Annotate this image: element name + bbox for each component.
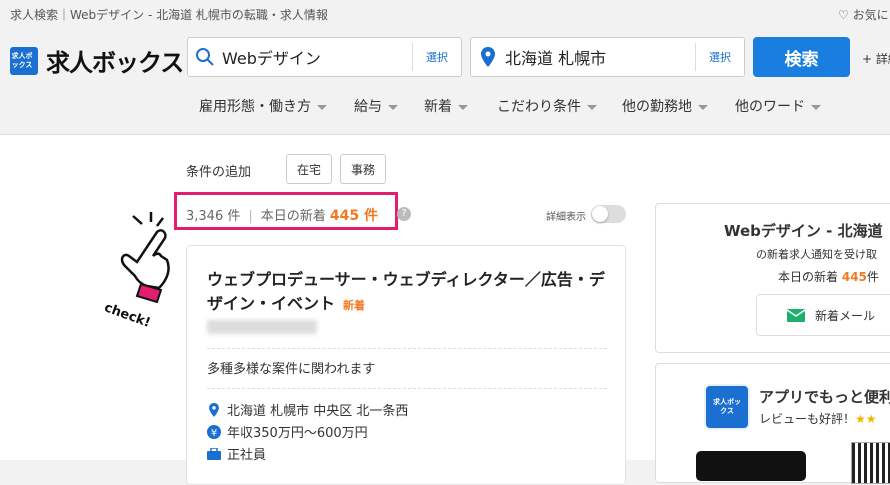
chevron-down-icon (811, 104, 821, 110)
menu-other-locations[interactable]: 他の勤務地 (622, 96, 708, 116)
site-header: 求人検索｜Webデザイン - 北海道 札幌市の転職・求人情報 ♡ お気に 求人ボ… (0, 0, 890, 135)
new-mail-button[interactable]: 新着メール (756, 294, 890, 336)
job-employment: 正社員 (207, 444, 266, 463)
job-salary-text: 年収350万円〜600万円 (227, 426, 368, 441)
job-location: 北海道 札幌市 中央区 北一条西 (207, 400, 408, 419)
notify-today-label: 本日の新着 (778, 270, 839, 284)
logo-mark-text: 求人ボックス (11, 51, 33, 69)
chip-remote[interactable]: 在宅 (286, 154, 333, 184)
logo-mark: 求人ボックス (10, 46, 38, 75)
favorites-link[interactable]: ♡ お気に (838, 6, 889, 23)
chevron-down-icon (698, 104, 708, 110)
app-icon-text: 求人ボックス (713, 398, 741, 415)
menu-salary-label: 給与 (354, 99, 382, 115)
conditions-label: 条件の追加 (186, 165, 252, 180)
chevron-down-icon (587, 104, 597, 110)
result-count: 3,346 件 | 本日の新着 445 件 (186, 205, 378, 225)
divider: | (248, 209, 253, 224)
location-input[interactable]: 北海道 札幌市 (505, 45, 695, 69)
heart-icon: ♡ (838, 8, 849, 22)
app-subtitle: レビューも好評！★★ (759, 410, 877, 427)
today-label: 本日の新着 (260, 209, 326, 224)
keyword-select-button[interactable]: 選択 (412, 43, 461, 71)
site-logo[interactable]: 求人ボックス 求人ボックス (10, 43, 184, 78)
new-mail-label: 新着メール (815, 308, 876, 323)
logo-text: 求人ボックス (46, 49, 184, 77)
menu-employment[interactable]: 雇用形態・働き方 (199, 96, 327, 116)
search-icon (188, 47, 222, 67)
app-title: アプリでもっと便利 (759, 388, 890, 406)
job-employment-text: 正社員 (227, 448, 267, 463)
job-location-text: 北海道 札幌市 中央区 北一条西 (227, 404, 409, 419)
svg-text:¥: ¥ (211, 428, 217, 439)
chip-office[interactable]: 事務 (340, 154, 387, 184)
notify-today-unit: 件 (866, 270, 879, 284)
briefcase-icon (207, 447, 221, 460)
job-description: 多種多様な案件に関われます (207, 362, 376, 377)
notify-today-count: 445 (841, 270, 867, 284)
app-store-badge[interactable] (696, 451, 806, 481)
help-icon[interactable]: ? (397, 207, 411, 221)
filter-menu: 雇用形態・働き方 給与 新着 こだわり条件 他の勤務地 他のワード (0, 96, 890, 116)
card-divider (207, 388, 607, 389)
menu-other-words-label: 他のワード (735, 99, 805, 115)
job-title[interactable]: ウェブプロデューサー・ウェブディレクター／広告・デザイン・イベント (207, 270, 605, 313)
star-rating-icon: ★★ (855, 412, 877, 426)
check-label: check! (102, 300, 152, 330)
menu-salary[interactable]: 給与 (354, 96, 398, 116)
location-search-field[interactable]: 北海道 札幌市 選択 (470, 37, 745, 77)
location-select-button[interactable]: 選択 (695, 43, 744, 71)
location-pin-icon (471, 47, 505, 67)
check-pointing-hand-icon: check! (102, 212, 170, 330)
menu-other-locations-label: 他の勤務地 (622, 99, 692, 115)
notify-today: 本日の新着 445件 (778, 268, 879, 285)
menu-employment-label: 雇用形態・働き方 (199, 99, 311, 115)
job-title-block[interactable]: ウェブプロデューサー・ウェブディレクター／広告・デザイン・イベント 新着 (207, 268, 607, 318)
menu-new-label: 新着 (424, 99, 452, 115)
menu-preferences-label: こだわり条件 (497, 99, 581, 115)
new-badge: 新着 (343, 299, 366, 312)
mail-icon (787, 308, 805, 322)
breadcrumb: 求人検索｜Webデザイン - 北海道 札幌市の転職・求人情報 (10, 8, 328, 22)
toggle-knob (592, 206, 608, 222)
qr-code-icon (851, 442, 890, 484)
favorites-label: お気に (852, 8, 889, 22)
notify-panel: Webデザイン - 北海道 の新着求人通知を受け取 本日の新着 445件 新着メ… (655, 203, 890, 353)
yen-icon: ¥ (207, 424, 221, 439)
location-pin-icon (207, 402, 221, 417)
job-card[interactable]: ウェブプロデューサー・ウェブディレクター／広告・デザイン・イベント 新着 多種多様… (186, 245, 626, 485)
detail-toggle[interactable] (591, 205, 626, 223)
keyword-input[interactable]: Webデザイン (222, 45, 412, 69)
menu-preferences[interactable]: こだわり条件 (497, 96, 597, 116)
total-count: 3,346 件 (186, 209, 241, 224)
company-name-blurred (207, 320, 317, 334)
main-content: 条件の追加 在宅 事務 3,346 件 | 本日の新着 445 件 ? 詳細表示 c… (0, 135, 890, 485)
card-divider (207, 348, 607, 349)
app-logo-icon: 求人ボックス (704, 384, 750, 430)
chevron-down-icon (458, 104, 468, 110)
chevron-down-icon (388, 104, 398, 110)
keyword-search-field[interactable]: Webデザイン 選択 (187, 37, 462, 77)
detail-toggle-label: 詳細表示 (546, 212, 586, 223)
app-panel: 求人ボックス アプリでもっと便利 レビューも好評！★★ (655, 363, 890, 484)
advanced-search-link[interactable]: + 詳細 (862, 50, 890, 67)
app-subtitle-text: レビューも好評！ (759, 412, 856, 426)
menu-other-words[interactable]: 他のワード (735, 96, 821, 116)
search-button[interactable]: 検索 (753, 37, 850, 77)
today-count: 445 件 (329, 208, 379, 224)
notify-subtitle: の新着求人通知を受け取 (756, 248, 877, 261)
job-salary: ¥ 年収350万円〜600万円 (207, 422, 368, 441)
chevron-down-icon (317, 104, 327, 110)
menu-new[interactable]: 新着 (424, 96, 468, 116)
notify-title: Webデザイン - 北海道 (724, 222, 883, 240)
